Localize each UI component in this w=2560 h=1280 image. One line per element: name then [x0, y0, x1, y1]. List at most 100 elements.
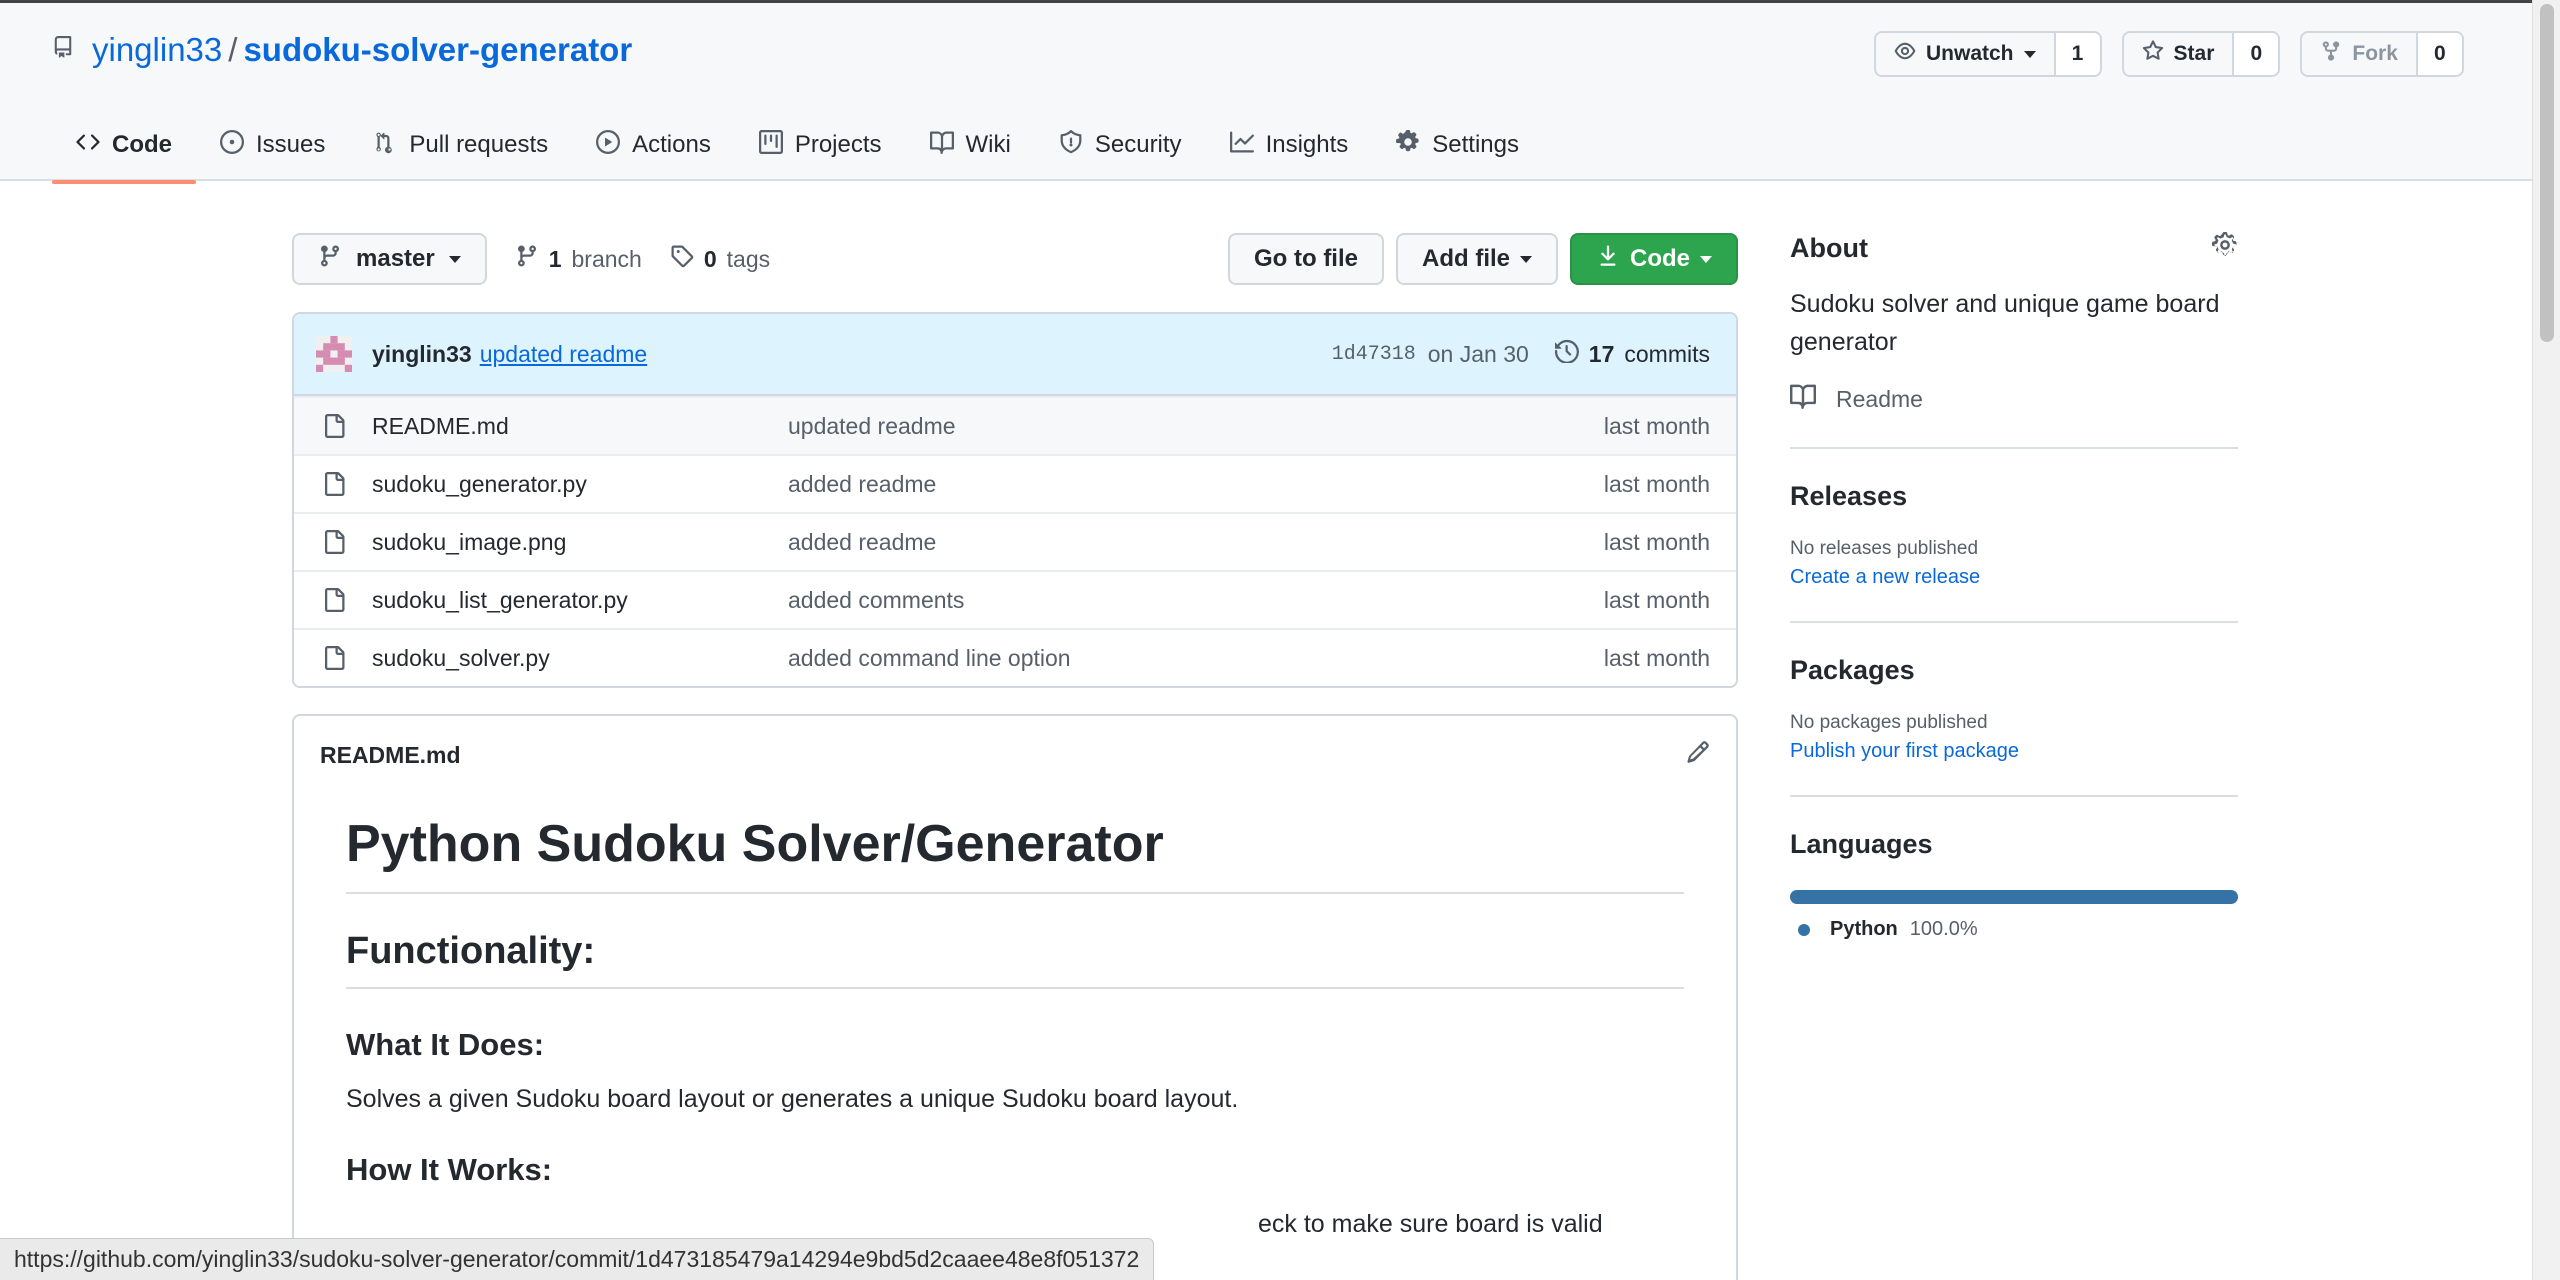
file-commit-message[interactable]: added command line option — [788, 645, 1604, 672]
tab-wiki[interactable]: Wiki — [906, 107, 1035, 183]
book-icon — [1790, 383, 1816, 415]
code-download-button[interactable]: Code — [1570, 233, 1738, 285]
packages-title[interactable]: Packages — [1790, 655, 2238, 686]
file-commit-time: last month — [1603, 412, 1710, 439]
tab-insights-label: Insights — [1265, 131, 1349, 158]
github-repo-page: yinglin33 / sudoku-solver-generator Unwa… — [0, 0, 2560, 1280]
scrollbar-thumb[interactable] — [2540, 4, 2554, 342]
git-branch-icon — [515, 244, 539, 274]
file-row[interactable]: sudoku_generator.py added readme last mo… — [294, 454, 1736, 512]
file-icon — [322, 472, 346, 496]
file-commit-message[interactable]: added readme — [788, 471, 1604, 498]
tab-issues[interactable]: Issues — [196, 107, 349, 183]
readme-title: Python Sudoku Solver/Generator — [346, 814, 1684, 894]
branches-link[interactable]: 1 branch — [515, 244, 642, 274]
commit-message-link[interactable]: updated readme — [480, 341, 648, 368]
file-row[interactable]: sudoku_solver.py added command line opti… — [294, 628, 1736, 686]
repo-nav-tabs: Code Issues Pull requests Actions Projec… — [52, 107, 1543, 184]
file-icon — [322, 530, 346, 554]
git-branch-icon — [318, 244, 342, 275]
file-icon — [322, 588, 346, 612]
add-file-button[interactable]: Add file — [1396, 233, 1558, 285]
packages-section: Packages No packages published Publish y… — [1790, 655, 2238, 797]
language-name: Python — [1830, 918, 1898, 940]
star-label: Star — [2173, 42, 2215, 65]
forks-count[interactable]: 0 — [2417, 33, 2462, 75]
tab-settings-label: Settings — [1432, 131, 1519, 158]
status-url: https://github.com/yinglin33/sudoku-solv… — [14, 1246, 1140, 1272]
file-row[interactable]: sudoku_image.png added readme last month — [294, 512, 1736, 570]
tab-issues-label: Issues — [256, 131, 326, 158]
unwatch-label: Unwatch — [1926, 42, 2014, 65]
tab-actions[interactable]: Actions — [572, 107, 735, 183]
page-scrollbar[interactable] — [2532, 0, 2560, 1280]
tab-wiki-label: Wiki — [965, 131, 1011, 158]
commits-label: commits — [1624, 340, 1710, 367]
readme-paragraph-what: Solves a given Sudoku board layout or ge… — [346, 1085, 1239, 1113]
file-name-link[interactable]: sudoku_solver.py — [372, 645, 788, 672]
packages-empty-text: No packages published — [1790, 712, 1988, 733]
stars-count[interactable]: 0 — [2234, 33, 2279, 75]
tab-insights[interactable]: Insights — [1206, 107, 1373, 183]
star-button[interactable]: Star — [2124, 33, 2235, 75]
tab-code-label: Code — [112, 131, 172, 158]
fork-label: Fork — [2352, 42, 2398, 65]
tags-link[interactable]: 0 tags — [670, 244, 770, 274]
tab-settings[interactable]: Settings — [1372, 107, 1543, 183]
about-description: Sudoku solver and unique game board gene… — [1790, 290, 2220, 356]
file-list: yinglin33 updated readme 1d47318 on Jan … — [292, 312, 1738, 688]
go-to-file-button[interactable]: Go to file — [1228, 233, 1384, 285]
commits-history-link[interactable]: 17 commits — [1554, 339, 1710, 369]
avatar[interactable] — [316, 336, 352, 372]
tab-projects[interactable]: Projects — [735, 107, 906, 183]
readme-filename[interactable]: README.md — [320, 742, 461, 769]
readme-box: README.md Python Sudoku Solver/Generator… — [292, 714, 1738, 1280]
create-release-link[interactable]: Create a new release — [1790, 566, 2238, 589]
tab-security[interactable]: Security — [1035, 107, 1206, 183]
readme-paragraph-how: eck to make sure board is valid — [1258, 1210, 1603, 1238]
readme-content: Python Sudoku Solver/Generator Functiona… — [294, 794, 1736, 1239]
tab-code[interactable]: Code — [52, 107, 196, 184]
releases-title[interactable]: Releases — [1790, 481, 2238, 512]
language-bar — [1790, 890, 2238, 904]
file-name-link[interactable]: README.md — [372, 413, 788, 440]
link-status-bar: https://github.com/yinglin33/sudoku-solv… — [0, 1238, 1155, 1280]
branch-select-button[interactable]: master — [292, 233, 487, 285]
about-section: About Sudoku solver and unique game boar… — [1790, 232, 2238, 449]
file-name-link[interactable]: sudoku_image.png — [372, 529, 788, 556]
pencil-icon[interactable] — [1686, 740, 1710, 770]
watchers-count[interactable]: 1 — [2055, 33, 2100, 75]
code-button-label: Code — [1630, 245, 1690, 272]
repo-actions: Unwatch 1 Star 0 Fork 0 — [1874, 31, 2464, 77]
commit-author[interactable]: yinglin33 — [372, 341, 472, 368]
publish-package-link[interactable]: Publish your first package — [1790, 740, 2238, 763]
file-name-link[interactable]: sudoku_list_generator.py — [372, 587, 788, 614]
file-row[interactable]: README.md updated readme last month — [294, 396, 1736, 454]
unwatch-button[interactable]: Unwatch — [1876, 33, 2056, 75]
gear-icon[interactable] — [2212, 232, 2238, 265]
file-icon — [322, 414, 346, 438]
repo-owner-link[interactable]: yinglin33 — [92, 31, 222, 69]
repo-name-link[interactable]: sudoku-solver-generator — [243, 31, 632, 69]
readme-sidebar-link[interactable]: Readme — [1790, 383, 2238, 415]
main-content: master 1 branch 0 tags Go to file Add fi… — [292, 232, 1738, 1280]
file-commit-message[interactable]: added comments — [788, 587, 1604, 614]
file-commit-message[interactable]: updated readme — [788, 413, 1604, 440]
fork-icon — [2320, 40, 2342, 68]
language-item[interactable]: Python 100.0% — [1790, 918, 2238, 941]
repo-separator: / — [228, 31, 238, 68]
file-commit-time: last month — [1603, 470, 1710, 497]
readme-heading-functionality: Functionality: — [346, 930, 1684, 989]
file-commit-message[interactable]: added readme — [788, 529, 1604, 556]
file-name-link[interactable]: sudoku_generator.py — [372, 471, 788, 498]
tab-pull-requests[interactable]: Pull requests — [349, 107, 572, 183]
branches-label: branch — [571, 245, 642, 272]
file-commit-time: last month — [1603, 644, 1710, 671]
readme-heading-what: What It Does: — [346, 1027, 545, 1062]
star-icon — [2142, 40, 2164, 68]
fork-button-group: Fork 0 — [2300, 31, 2464, 77]
fork-button[interactable]: Fork — [2302, 33, 2418, 75]
file-row[interactable]: sudoku_list_generator.py added comments … — [294, 570, 1736, 628]
commit-sha-link[interactable]: 1d47318 — [1332, 343, 1416, 366]
tab-pull-requests-label: Pull requests — [409, 131, 549, 158]
